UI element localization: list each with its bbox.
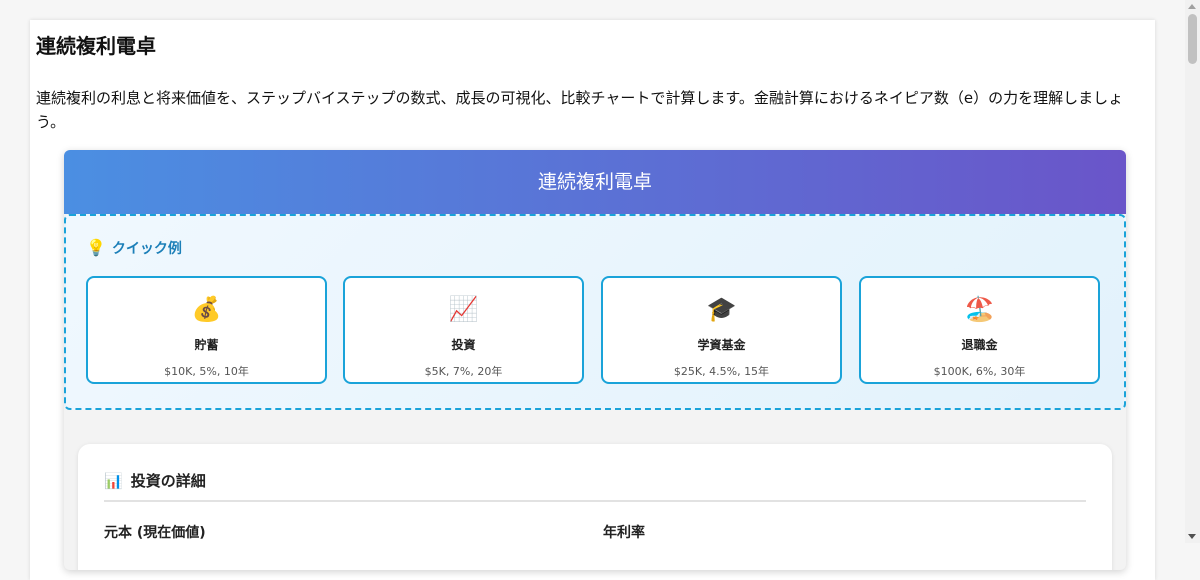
example-card-investment[interactable]: 📈 投資 $5K, 7%, 20年 <box>343 276 584 384</box>
lightbulb-icon: 💡 <box>86 238 106 257</box>
scroll-down-arrow-icon[interactable] <box>1188 534 1196 539</box>
page-title: 連続複利電卓 <box>36 34 156 58</box>
beach-umbrella-icon: 🏖️ <box>964 295 995 323</box>
example-card-savings[interactable]: 💰 貯蓄 $10K, 5%, 10年 <box>86 276 327 384</box>
investment-details-label: 投資の詳細 <box>130 472 206 490</box>
scroll-up-arrow-icon[interactable] <box>1188 4 1196 9</box>
principal-label: 元本 (現在価値) <box>104 525 206 541</box>
calculator-panel: 連続複利電卓 💡 クイック例 💰 貯蓄 $10K, 5%, 10年 📈 投資 $5… <box>64 150 1126 570</box>
calculator-header: 連続複利電卓 <box>64 150 1126 214</box>
example-detail: $25K, 4.5%, 15年 <box>673 365 770 378</box>
graduation-cap-icon: 🎓 <box>706 295 737 323</box>
investment-details-title: 📊 投資の詳細 <box>104 470 206 491</box>
quick-examples-panel: 💡 クイック例 💰 貯蓄 $10K, 5%, 10年 📈 投資 $5K, 7%, … <box>64 214 1126 410</box>
page-container: 連続複利電卓 連続複利の利息と将来価値を、ステップバイステップの数式、成長の可視… <box>30 20 1155 580</box>
quick-examples-label: クイック例 <box>111 241 182 257</box>
vertical-scrollbar[interactable] <box>1185 0 1200 543</box>
example-name: 退職金 <box>961 338 998 352</box>
example-card-education-fund[interactable]: 🎓 学資基金 $25K, 4.5%, 15年 <box>601 276 842 384</box>
page-description: 連続複利の利息と将来価値を、ステップバイステップの数式、成長の可視化、比較チャー… <box>36 89 1124 131</box>
divider <box>104 500 1086 502</box>
investment-details-section: 📊 投資の詳細 元本 (現在価値) 年利率 <box>78 444 1112 570</box>
chart-increasing-icon: 📈 <box>448 295 479 323</box>
example-name: 貯蓄 <box>194 338 219 352</box>
bar-chart-icon: 📊 <box>104 472 123 490</box>
quick-examples-title: 💡 クイック例 <box>86 238 182 258</box>
example-name: 投資 <box>451 338 476 352</box>
example-detail: $5K, 7%, 20年 <box>424 365 503 378</box>
scrollbar-thumb[interactable] <box>1188 14 1197 64</box>
example-detail: $100K, 6%, 30年 <box>933 365 1026 378</box>
annual-rate-label: 年利率 <box>603 525 645 541</box>
example-name: 学資基金 <box>697 338 746 352</box>
example-card-retirement[interactable]: 🏖️ 退職金 $100K, 6%, 30年 <box>859 276 1100 384</box>
example-detail: $10K, 5%, 10年 <box>164 365 249 378</box>
money-bag-icon: 💰 <box>191 295 222 323</box>
